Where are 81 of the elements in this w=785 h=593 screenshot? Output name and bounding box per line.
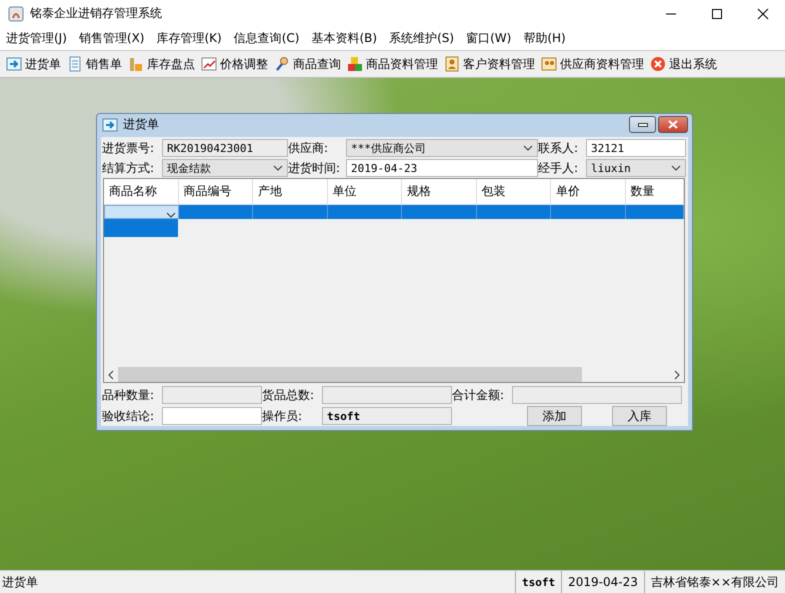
field-label: 进货时间: — [288, 160, 342, 176]
toolbar-button[interactable]: 客户资料管理 — [442, 56, 537, 72]
chevron-right-icon[interactable] — [674, 370, 680, 380]
dropdown[interactable]: ***供应商公司 — [346, 139, 538, 157]
action-button[interactable]: 入库 — [612, 406, 667, 426]
action-button[interactable]: 添加 — [527, 406, 582, 426]
document-icon — [67, 56, 83, 72]
column-header[interactable]: 单价 — [551, 179, 626, 204]
field-label: 联系人: — [538, 140, 580, 156]
text-field[interactable]: 2019-04-23 — [346, 159, 538, 177]
menu-item[interactable]: 库存管理(K) — [156, 30, 222, 47]
text-field[interactable] — [162, 386, 262, 404]
field-label: 经手人: — [538, 160, 580, 176]
field-label: 结算方式: — [102, 160, 156, 176]
window-title: 铭泰企业进销存管理系统 — [30, 5, 162, 22]
menu-item[interactable]: 进货管理(J) — [6, 30, 67, 47]
person-card-icon — [444, 56, 460, 72]
text-field[interactable] — [162, 407, 262, 425]
status-text: 进货单 — [1, 574, 39, 590]
text-field[interactable] — [512, 386, 682, 404]
field-label: 合计金额: — [452, 386, 506, 404]
column-header[interactable]: 商品编号 — [178, 179, 253, 204]
close-button[interactable] — [658, 116, 688, 133]
menu-item[interactable]: 窗口(W) — [466, 30, 512, 47]
magnifier-icon — [274, 56, 290, 72]
scrollbar-thumb[interactable] — [118, 367, 582, 382]
menu-item[interactable]: 信息查询(C) — [234, 30, 300, 47]
close-icon[interactable] — [757, 8, 769, 20]
status-text: 吉林省铭泰××有限公司 — [644, 571, 785, 593]
chevron-down-icon — [166, 212, 176, 218]
menu-item[interactable]: 帮助(H) — [523, 30, 566, 47]
column-header[interactable]: 商品名称 — [104, 179, 178, 204]
toolbar-button[interactable]: 进货单 — [4, 56, 63, 72]
text-field[interactable]: RK20190423001 — [162, 139, 288, 157]
dropdown[interactable]: liuxin — [586, 159, 686, 177]
toolbar-button[interactable]: 退出系统 — [648, 56, 719, 72]
arrow-right-icon — [6, 56, 22, 72]
chevron-left-icon[interactable] — [108, 370, 114, 380]
app-icon — [8, 6, 24, 22]
form-icon — [102, 116, 118, 132]
menu-item[interactable]: 销售管理(X) — [78, 30, 144, 47]
field-label: 供应商: — [288, 140, 330, 156]
chevron-down-icon — [273, 165, 283, 171]
menu-item[interactable]: 基本资料(B) — [311, 30, 378, 47]
toolbar-button[interactable]: 库存盘点 — [126, 56, 197, 72]
text-field[interactable]: 32121 — [586, 139, 686, 157]
field-label: 品种数量: — [102, 386, 156, 404]
toolbar-button[interactable]: 销售单 — [65, 56, 124, 72]
bar-chart-icon — [128, 56, 144, 72]
toolbar-button[interactable]: 价格调整 — [199, 56, 270, 72]
blocks-icon — [347, 56, 363, 72]
minimize-button[interactable] — [629, 116, 656, 133]
field-label: 验收结论: — [102, 408, 156, 424]
column-header[interactable]: 包装 — [476, 179, 551, 204]
minimize-icon — [638, 122, 648, 126]
chevron-down-icon — [523, 145, 533, 151]
line-chart-icon — [201, 56, 217, 72]
cell-dropdown[interactable] — [104, 205, 178, 219]
table-row[interactable] — [104, 205, 684, 219]
text-field[interactable] — [322, 386, 452, 404]
status-text: 2019-04-23 — [561, 571, 644, 593]
field-label: 货品总数: — [262, 386, 316, 404]
toolbar-button[interactable]: 商品资料管理 — [345, 56, 440, 72]
field-label: 进货票号: — [102, 140, 156, 156]
people-card-icon — [541, 56, 557, 72]
chevron-down-icon — [671, 165, 681, 171]
status-text: tsoft — [515, 571, 562, 593]
close-icon — [668, 120, 678, 129]
dropdown[interactable]: 现金结款 — [162, 159, 288, 177]
dialog-title: 进货单 — [123, 116, 159, 133]
column-header[interactable]: 数量 — [626, 179, 684, 204]
column-header[interactable]: 单位 — [328, 179, 402, 204]
close-circle-icon — [650, 56, 666, 72]
text-field[interactable]: tsoft — [322, 407, 452, 425]
menu-item[interactable]: 系统维护(S) — [389, 30, 454, 47]
toolbar-button[interactable]: 供应商资料管理 — [539, 56, 646, 72]
column-header[interactable]: 产地 — [253, 179, 328, 204]
column-header[interactable]: 规格 — [402, 179, 476, 204]
toolbar-button[interactable]: 商品查询 — [272, 56, 343, 72]
maximize-icon[interactable] — [711, 8, 723, 20]
field-label: 操作员: — [262, 408, 304, 424]
